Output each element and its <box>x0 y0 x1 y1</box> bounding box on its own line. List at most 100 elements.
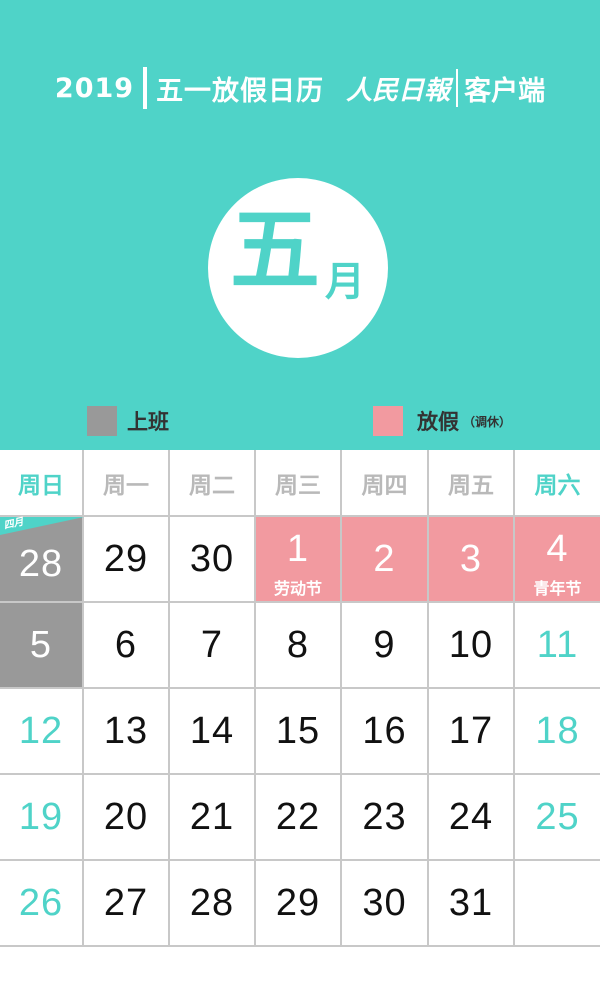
week-row: 5 6 7 8 9 10 11 <box>0 603 600 689</box>
day-cell[interactable]: 26 <box>0 861 84 945</box>
holiday-swatch <box>373 406 403 436</box>
day-cell[interactable]: 20 <box>84 775 170 859</box>
brand-logo: 人民日報 <box>346 75 451 106</box>
month-suffix: 月 <box>325 259 365 305</box>
year-label: 2019 <box>54 72 135 104</box>
day-cell[interactable]: 5 <box>0 603 84 687</box>
weekday-label: 周三 <box>275 472 321 499</box>
header-banner: 2019 五一放假日历 人民日報 客户端 五 月 上班 放假 （调休） <box>0 0 600 450</box>
weekday-header-row: 周日 周一 周二 周三 周四 周五 周六 <box>0 450 600 517</box>
day-number: 25 <box>535 795 580 838</box>
weekday-wed: 周三 <box>256 450 342 515</box>
day-number: 16 <box>362 709 407 752</box>
month-number: 五 <box>230 198 320 303</box>
day-cell[interactable]: 30 <box>342 861 429 945</box>
day-cell[interactable]: 23 <box>342 775 429 859</box>
legend-work: 上班 <box>87 404 169 438</box>
page-title: 五一放假日历 <box>156 75 325 107</box>
day-number: 1 <box>286 527 310 570</box>
legend-holiday-note: （调休） <box>463 414 512 429</box>
day-number: 28 <box>189 881 235 924</box>
day-cell[interactable]: 18 <box>515 689 600 773</box>
day-cell[interactable]: 6 <box>84 603 170 687</box>
day-number: 31 <box>448 881 494 924</box>
day-number: 11 <box>536 623 579 666</box>
day-cell[interactable]: 14 <box>170 689 256 773</box>
legend-work-label: 上班 <box>127 410 169 434</box>
day-number: 23 <box>362 795 407 838</box>
day-cell[interactable]: 12 <box>0 689 84 773</box>
day-cell[interactable]: 19 <box>0 775 84 859</box>
week-row: 四月 28 29 30 1 劳动节 2 3 4 青年节 <box>0 517 600 603</box>
weekday-thu: 周四 <box>342 450 429 515</box>
brand-divider <box>456 69 459 107</box>
month-badge: 五 月 <box>208 178 388 358</box>
day-cell[interactable]: 1 劳动节 <box>256 517 342 601</box>
day-number: 4 <box>546 527 569 570</box>
day-number: 5 <box>29 623 53 666</box>
day-cell[interactable]: 25 <box>515 775 600 859</box>
day-number: 29 <box>275 881 321 924</box>
day-cell[interactable]: 28 <box>170 861 256 945</box>
empty-day-cell <box>515 861 600 945</box>
day-cell[interactable]: 22 <box>256 775 342 859</box>
day-cell[interactable]: 15 <box>256 689 342 773</box>
weekday-mon: 周一 <box>84 450 170 515</box>
day-cell[interactable]: 24 <box>429 775 515 859</box>
day-number: 6 <box>114 623 138 666</box>
day-cell[interactable]: 2 <box>342 517 429 601</box>
day-number: 18 <box>535 709 580 752</box>
day-cell[interactable]: 17 <box>429 689 515 773</box>
weekday-label: 周一 <box>103 472 149 499</box>
day-cell[interactable]: 3 <box>429 517 515 601</box>
day-cell[interactable]: 7 <box>170 603 256 687</box>
day-cell[interactable]: 21 <box>170 775 256 859</box>
day-cell[interactable]: 11 <box>515 603 600 687</box>
weekday-label: 周六 <box>534 472 581 499</box>
day-number: 14 <box>189 709 235 752</box>
title-row: 2019 五一放假日历 人民日報 客户端 <box>0 64 600 112</box>
day-number: 7 <box>200 623 224 666</box>
day-cell[interactable]: 30 <box>170 517 256 601</box>
calendar-grid: 周日 周一 周二 周三 周四 周五 周六 四月 28 29 30 1 劳动节 2 3 4 青年节 5… <box>0 450 600 947</box>
day-number: 15 <box>275 709 321 752</box>
legend-holiday: 放假 （调休） <box>373 404 511 438</box>
day-number: 26 <box>18 881 64 924</box>
day-cell[interactable]: 29 <box>84 517 170 601</box>
weekday-sun: 周日 <box>0 450 84 515</box>
day-number: 8 <box>286 623 310 666</box>
day-cell[interactable]: 16 <box>342 689 429 773</box>
day-number: 20 <box>103 795 149 838</box>
weekday-label: 周日 <box>18 472 64 499</box>
day-number: 27 <box>103 881 149 924</box>
weeks-container: 四月 28 29 30 1 劳动节 2 3 4 青年节 5 6 7 8 9 10 11 12 13 14 15 16 17 1… <box>0 517 600 947</box>
day-cell[interactable]: 27 <box>84 861 170 945</box>
day-number: 21 <box>189 795 235 838</box>
day-number: 13 <box>103 709 149 752</box>
work-swatch <box>87 406 117 436</box>
day-cell[interactable]: 10 <box>429 603 515 687</box>
day-cell[interactable]: 四月 28 <box>0 517 84 601</box>
day-number: 24 <box>448 795 494 838</box>
day-cell[interactable]: 9 <box>342 603 429 687</box>
day-cell[interactable]: 13 <box>84 689 170 773</box>
day-number: 22 <box>275 795 321 838</box>
day-number: 12 <box>18 709 64 752</box>
day-number: 9 <box>373 623 396 666</box>
day-cell[interactable]: 29 <box>256 861 342 945</box>
day-number: 30 <box>189 537 235 580</box>
weekday-label: 周五 <box>448 472 494 499</box>
client-label: 客户端 <box>464 75 546 107</box>
week-row: 26 27 28 29 30 31 <box>0 861 600 947</box>
holiday-name: 青年节 <box>533 579 582 598</box>
weekday-label: 周四 <box>361 472 408 499</box>
day-cell[interactable]: 8 <box>256 603 342 687</box>
weekday-label: 周二 <box>189 472 235 499</box>
legend-holiday-label: 放假 <box>417 410 459 434</box>
day-number: 17 <box>448 709 494 752</box>
day-cell[interactable]: 4 青年节 <box>515 517 600 601</box>
day-cell[interactable]: 31 <box>429 861 515 945</box>
day-number: 29 <box>103 537 149 580</box>
day-number: 10 <box>448 623 494 666</box>
week-row: 12 13 14 15 16 17 18 <box>0 689 600 775</box>
